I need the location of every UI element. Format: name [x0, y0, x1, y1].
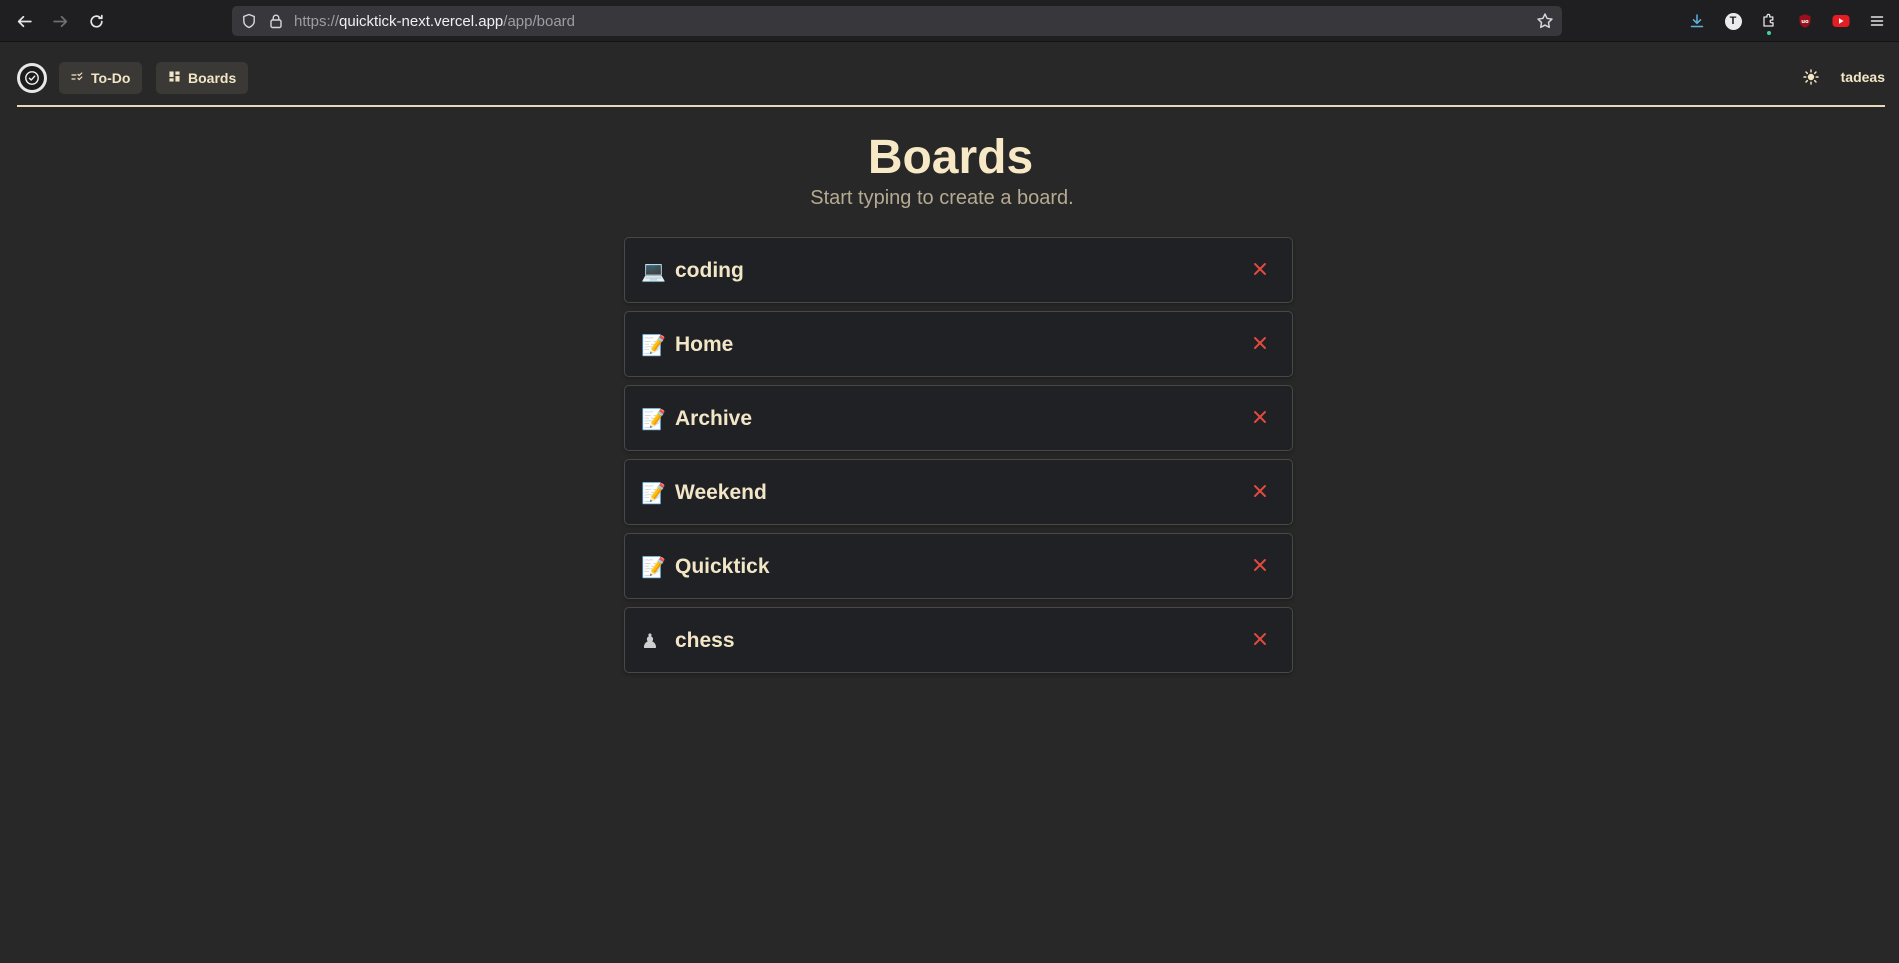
board-name: Archive: [675, 407, 753, 430]
delete-board-button[interactable]: [1250, 407, 1270, 427]
board-card-coding[interactable]: 💻 coding: [624, 237, 1293, 303]
back-arrow-icon[interactable]: [12, 9, 36, 33]
url-prefix: https://: [294, 13, 340, 30]
address-bar[interactable]: https://quicktick-next.vercel.app/app/bo…: [232, 6, 1562, 36]
lock-icon[interactable]: [268, 13, 284, 29]
svg-text:uo: uo: [1801, 19, 1809, 25]
board-card-archive[interactable]: 📝 Archive: [624, 385, 1293, 451]
profile-t-icon[interactable]: T: [1722, 10, 1744, 32]
delete-board-button[interactable]: [1250, 333, 1270, 353]
url-domain: quicktick-next.vercel.app: [339, 13, 504, 30]
nav-todo-label: To-Do: [91, 70, 131, 86]
nav-todo-button[interactable]: To-Do: [59, 62, 143, 94]
close-x-icon: [1254, 485, 1266, 497]
theme-toggle-sun-icon[interactable]: [1801, 67, 1821, 87]
page-title: Boards: [867, 131, 1034, 184]
board-card-quicktick[interactable]: 📝 Quicktick: [624, 533, 1293, 599]
bookmark-star-icon[interactable]: [1536, 12, 1554, 30]
board-name: Home: [675, 333, 734, 356]
checklist-icon: [71, 71, 83, 85]
download-icon[interactable]: [1686, 10, 1708, 32]
shield-icon[interactable]: [241, 13, 257, 29]
ublock-shield-icon[interactable]: uo: [1794, 10, 1816, 32]
close-x-icon: [1254, 263, 1266, 275]
board-name: Weekend: [675, 481, 767, 504]
delete-board-button[interactable]: [1250, 629, 1270, 649]
app-header: To-Do Boards tadeas: [17, 59, 1885, 107]
nav-boards-label: Boards: [188, 70, 237, 86]
reload-icon[interactable]: [84, 9, 108, 33]
memo-emoji-icon: 📝: [641, 481, 666, 505]
memo-emoji-icon: 📝: [641, 333, 666, 357]
board-list: 💻 coding 📝 Home 📝 Archive 📝 Weekend 📝 Qu…: [624, 237, 1293, 681]
close-x-icon: [1254, 559, 1266, 571]
memo-emoji-icon: 📝: [641, 407, 666, 431]
board-card-home[interactable]: 📝 Home: [624, 311, 1293, 377]
board-name: Quicktick: [675, 555, 770, 578]
delete-board-button[interactable]: [1250, 555, 1270, 575]
board-name: coding: [675, 259, 744, 282]
username[interactable]: tadeas: [1841, 69, 1885, 85]
delete-board-button[interactable]: [1250, 481, 1270, 501]
page-subtitle: Start typing to create a board.: [810, 187, 1074, 209]
browser-toolbar: https://quicktick-next.vercel.app/app/bo…: [0, 0, 1899, 42]
app-logo-clock-icon[interactable]: [17, 63, 47, 93]
board-card-weekend[interactable]: 📝 Weekend: [624, 459, 1293, 525]
extensions-puzzle-icon[interactable]: [1758, 10, 1780, 35]
nav-boards-button[interactable]: Boards: [156, 62, 249, 94]
youtube-icon[interactable]: [1830, 10, 1852, 32]
delete-board-button[interactable]: [1250, 259, 1270, 279]
forward-arrow-icon[interactable]: [48, 9, 72, 33]
board-name: chess: [675, 629, 735, 652]
close-x-icon: [1254, 633, 1266, 645]
grid-icon: [168, 71, 180, 85]
close-x-icon: [1254, 411, 1266, 423]
url-text[interactable]: https://quicktick-next.vercel.app/app/bo…: [294, 13, 575, 30]
hamburger-menu-icon[interactable]: [1866, 10, 1888, 32]
url-path: /app/board: [503, 13, 576, 30]
memo-emoji-icon: 📝: [641, 555, 666, 579]
board-card-chess[interactable]: ♟ chess: [624, 607, 1293, 673]
close-x-icon: [1254, 337, 1266, 349]
chess-pawn-emoji-icon: ♟: [641, 629, 659, 653]
laptop-emoji-icon: 💻: [641, 259, 666, 283]
